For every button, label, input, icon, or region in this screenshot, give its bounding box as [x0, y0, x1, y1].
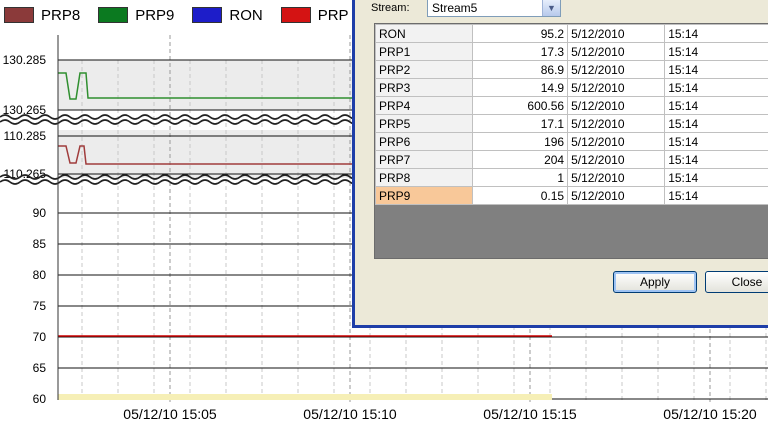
table-row[interactable]: PRP5 17.1 5/12/2010 15:14	[374, 114, 768, 133]
legend-label-prp: PRP	[317, 6, 349, 24]
cell-date: 5/12/2010	[567, 114, 666, 133]
cell-value: 86.9	[472, 60, 569, 79]
cell-time: 15:14	[664, 96, 768, 115]
legend-swatch-prp9	[98, 7, 129, 23]
legend-label-prp9: PRP9	[135, 6, 175, 24]
cell-time: 15:14	[664, 186, 768, 205]
cell-name: PRP6	[374, 132, 474, 151]
legend-swatch-prp	[280, 7, 311, 23]
cell-time: 15:14	[664, 114, 768, 133]
cell-name: PRP1	[374, 42, 474, 61]
table-row[interactable]: PRP9 0.15 5/12/2010 15:14	[374, 186, 768, 205]
cell-date: 5/12/2010	[567, 96, 666, 115]
cell-name: PRP5	[374, 114, 474, 133]
y-tick-label: 90	[33, 206, 47, 220]
cell-name: RON	[374, 24, 474, 43]
cell-time: 15:14	[664, 168, 768, 187]
legend-item-prp8[interactable]: PRP8	[4, 7, 80, 24]
table-row[interactable]: PRP2 86.9 5/12/2010 15:14	[374, 60, 768, 79]
cell-date: 5/12/2010	[567, 60, 666, 79]
close-button[interactable]: Close	[705, 271, 768, 293]
y-tick-label: 75	[33, 299, 47, 313]
cell-date: 5/12/2010	[567, 150, 666, 169]
y-tick-label: 85	[33, 237, 47, 251]
table-row[interactable]: RON 95.2 5/12/2010 15:14	[374, 24, 768, 43]
legend-item-ron[interactable]: RON	[192, 6, 263, 24]
cell-date: 5/12/2010	[567, 78, 666, 97]
cell-value: 196	[472, 132, 569, 151]
legend-swatch-prp8	[4, 7, 34, 23]
table-row[interactable]: PRP4 600.56 5/12/2010 15:14	[374, 96, 768, 115]
x-tick-label: 05/12/10 15:05	[123, 406, 217, 422]
cell-value: 204	[472, 150, 569, 169]
x-tick-label: 05/12/10 15:20	[663, 406, 757, 422]
legend-label-prp8: PRP8	[41, 6, 81, 24]
series-band-yellow	[58, 394, 552, 400]
cell-time: 15:14	[664, 132, 768, 151]
cell-name: PRP3	[374, 78, 474, 97]
stream-selector-row: Stream: Stream5 ▼	[371, 0, 561, 19]
chart-legend: PRP8 PRP9 RON PRP	[0, 0, 349, 30]
y-tick-label: 110.265	[4, 167, 47, 181]
y-tick-label: 130.285	[3, 53, 47, 67]
table-row[interactable]: PRP1 17.3 5/12/2010 15:14	[374, 42, 768, 61]
cell-value: 95.2	[472, 24, 569, 43]
current-values-dialog: Stream: Stream5 ▼ RON 95.2 5/12/2010 15:14 P…	[352, 0, 768, 328]
cell-time: 15:14	[664, 78, 768, 97]
values-grid: RON 95.2 5/12/2010 15:14 PRP1 17.3 5/12/2010 15…	[374, 23, 768, 259]
y-tick-label: 80	[33, 268, 47, 282]
x-tick-label: 05/12/10 15:15	[483, 406, 577, 422]
cell-name: PRP9	[374, 186, 474, 205]
cell-value: 1	[472, 168, 569, 187]
legend-item-prp[interactable]: PRP	[280, 6, 349, 24]
cell-name: PRP2	[374, 60, 474, 79]
cell-date: 5/12/2010	[567, 186, 666, 205]
legend-item-prp9[interactable]: PRP9	[98, 7, 174, 24]
cell-time: 15:14	[664, 150, 768, 169]
cell-name: PRP7	[374, 150, 474, 169]
y-tick-label: 110.285	[4, 129, 47, 143]
y-tick-label: 70	[33, 330, 47, 344]
cell-date: 5/12/2010	[567, 24, 666, 43]
cell-time: 15:14	[664, 24, 768, 43]
x-tick-label: 05/12/10 15:10	[303, 406, 397, 422]
table-row[interactable]: PRP6 196 5/12/2010 15:14	[374, 132, 768, 151]
cell-name: PRP8	[374, 168, 474, 187]
cell-date: 5/12/2010	[567, 42, 666, 61]
cell-value: 0.15	[472, 186, 569, 205]
cell-time: 15:14	[664, 60, 768, 79]
cell-value: 17.3	[472, 42, 569, 61]
stream-select[interactable]: Stream5 ▼	[427, 0, 561, 17]
table-row[interactable]: PRP8 1 5/12/2010 15:14	[374, 168, 768, 187]
cell-value: 17.1	[472, 114, 569, 133]
table-row[interactable]: PRP7 204 5/12/2010 15:14	[374, 150, 768, 169]
y-tick-label: 60	[33, 392, 47, 406]
cell-time: 15:14	[664, 42, 768, 61]
y-tick-label: 65	[33, 361, 47, 375]
cell-date: 5/12/2010	[567, 168, 666, 187]
chevron-down-icon[interactable]: ▼	[542, 0, 560, 16]
values-table: RON 95.2 5/12/2010 15:14 PRP1 17.3 5/12/2010 15…	[374, 24, 768, 205]
cell-value: 14.9	[472, 78, 569, 97]
legend-swatch-ron	[192, 7, 223, 23]
cell-name: PRP4	[374, 96, 474, 115]
legend-label-ron: RON	[229, 6, 263, 24]
cell-value: 600.56	[472, 96, 569, 115]
stream-select-value: Stream5	[432, 1, 478, 15]
table-row[interactable]: PRP3 14.9 5/12/2010 15:14	[374, 78, 768, 97]
cell-date: 5/12/2010	[567, 132, 666, 151]
apply-button[interactable]: Apply	[613, 271, 697, 293]
stream-label: Stream:	[371, 2, 410, 14]
